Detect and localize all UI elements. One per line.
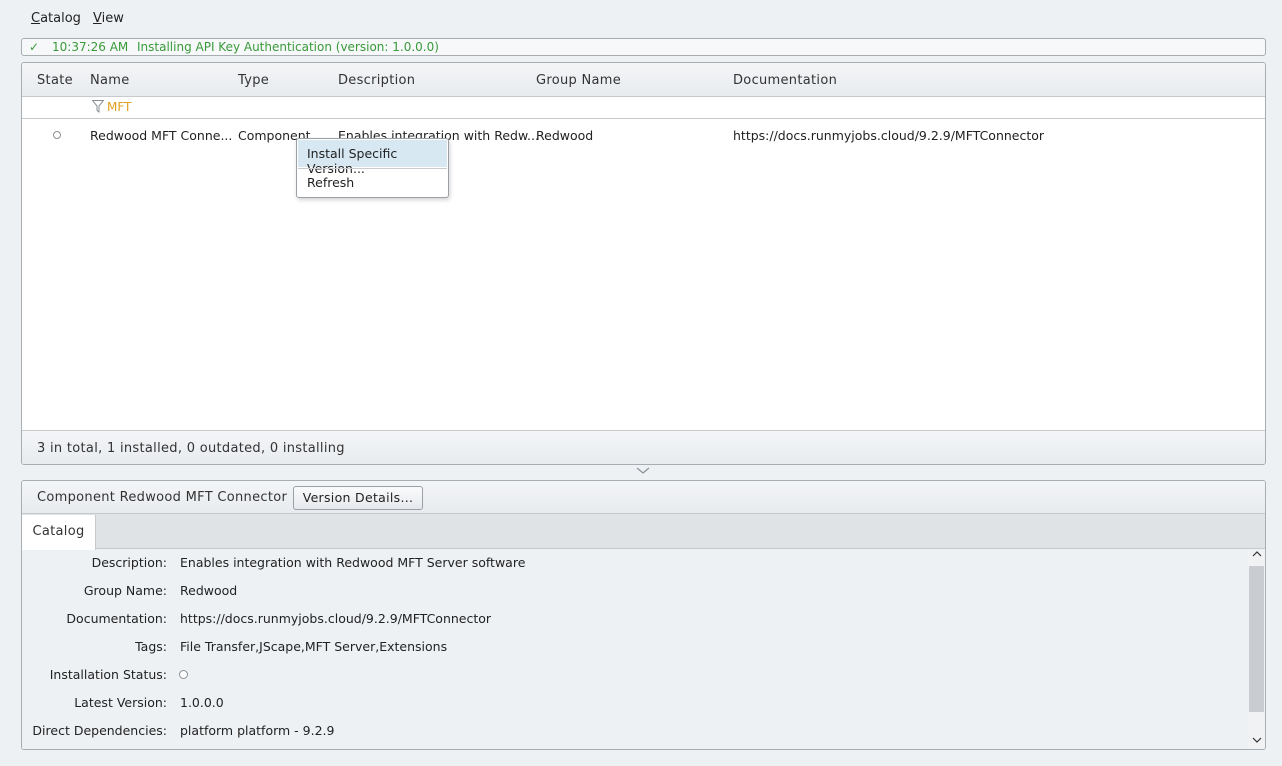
prop-value-tags: File Transfer,JScape,MFT Server,Extensio… (180, 639, 448, 654)
column-header-type[interactable]: Type (238, 73, 269, 88)
prop-label-group-name: Group Name: (83, 583, 167, 598)
context-menu: Install Specific Version... Refresh (296, 138, 449, 198)
cell-group-name: Redwood (536, 128, 594, 143)
column-header-documentation[interactable]: Documentation (733, 73, 837, 88)
status-time: 10:37:26 AM (52, 40, 129, 54)
prop-value-direct-dependencies: platform platform - 9.2.9 (180, 723, 335, 738)
details-tabs: Catalog (22, 514, 1265, 550)
prop-value-documentation: https://docs.runmyjobs.cloud/9.2.9/MFTCo… (180, 611, 492, 626)
filter-icon (91, 100, 105, 116)
cell-name: Redwood MFT Conne... (90, 128, 233, 143)
table-summary: 3 in total, 1 installed, 0 outdated, 0 i… (37, 441, 345, 456)
prop-value-description: Enables integration with Redwood MFT Ser… (180, 555, 526, 570)
chevron-down-icon[interactable] (636, 464, 650, 478)
details-scrollbar[interactable] (1248, 550, 1265, 749)
prop-label-direct-dependencies: Direct Dependencies: (32, 723, 167, 738)
menu-item-refresh[interactable]: Refresh (298, 169, 447, 196)
scroll-down-icon[interactable] (1252, 736, 1262, 747)
scroll-up-icon[interactable] (1252, 550, 1262, 561)
column-header-state[interactable]: State (37, 73, 73, 88)
cell-documentation: https://docs.runmyjobs.cloud/9.2.9/MFTCo… (733, 128, 1045, 143)
tab-catalog[interactable]: Catalog (22, 515, 96, 550)
state-not-installed-icon (53, 131, 61, 139)
prop-label-description: Description: (91, 555, 167, 570)
installation-status-icon (179, 670, 188, 679)
scroll-thumb[interactable] (1249, 566, 1264, 712)
table-row[interactable]: Redwood MFT Conne... Component Enables i… (22, 125, 1265, 147)
filter-row[interactable]: MFT (22, 97, 1265, 119)
prop-label-latest-version: Latest Version: (74, 695, 167, 710)
menu-catalog[interactable]: Catalog (31, 11, 81, 26)
details-header: Component Redwood MFT Connector Version … (22, 481, 1265, 514)
table-header: State Name Type Description Group Name D… (22, 63, 1265, 97)
name-filter-value[interactable]: MFT (107, 100, 131, 114)
details-title: Component Redwood MFT Connector (37, 490, 288, 505)
prop-label-documentation: Documentation: (66, 611, 167, 626)
menu-view[interactable]: View (93, 11, 124, 26)
menu-item-install-specific-version[interactable]: Install Specific Version... (298, 140, 447, 176)
version-details-button[interactable]: Version Details... (293, 486, 423, 510)
catalog-table: State Name Type Description Group Name D… (21, 62, 1266, 465)
status-bar: ✓ 10:37:26 AM Installing API Key Authent… (21, 38, 1266, 56)
table-footer: 3 in total, 1 installed, 0 outdated, 0 i… (22, 430, 1265, 464)
details-properties: Description: Enables integration with Re… (22, 550, 1247, 749)
column-header-name[interactable]: Name (90, 73, 130, 88)
column-header-group-name[interactable]: Group Name (536, 73, 621, 88)
status-message: Installing API Key Authentication (versi… (137, 40, 439, 54)
prop-value-group-name: Redwood (180, 583, 238, 598)
prop-label-installation-status: Installation Status: (49, 667, 167, 682)
details-panel: Component Redwood MFT Connector Version … (21, 480, 1266, 750)
check-icon: ✓ (29, 40, 40, 54)
prop-label-tags: Tags: (135, 639, 167, 654)
menu-bar: Catalog View (0, 8, 400, 32)
prop-value-latest-version: 1.0.0.0 (180, 695, 224, 710)
column-header-description[interactable]: Description (338, 73, 415, 88)
